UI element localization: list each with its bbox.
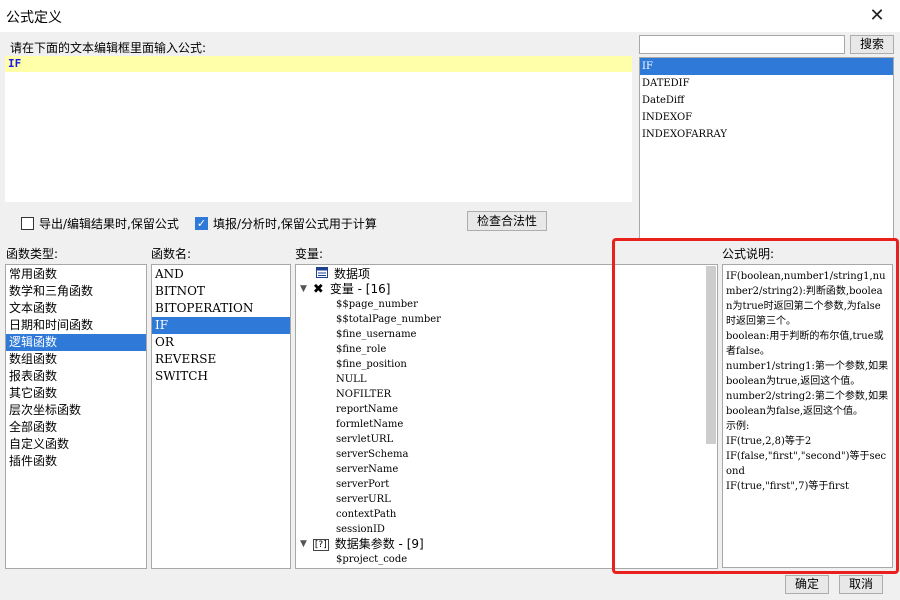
function-type-item[interactable]: 全部函数 [6, 419, 146, 436]
search-button[interactable]: 搜索 [850, 35, 894, 54]
table-icon [316, 267, 328, 282]
function-type-item[interactable]: 日期和时间函数 [6, 317, 146, 334]
option-keep-formula-calc-label: 填报/分析时,保留公式用于计算 [213, 217, 377, 231]
search-result-item[interactable]: INDEXOFARRAY [640, 126, 893, 143]
tree-data-item-label: 数据项 [334, 267, 371, 281]
function-type-item[interactable]: 数学和三角函数 [6, 283, 146, 300]
search-result-item[interactable]: IF [640, 58, 893, 75]
function-name-item[interactable]: BITOPERATION [152, 300, 290, 317]
function-name-item[interactable]: REVERSE [152, 351, 290, 368]
function-type-item[interactable]: 数组函数 [6, 351, 146, 368]
option-keep-formula-export-label: 导出/编辑结果时,保留公式 [39, 217, 179, 231]
function-type-item[interactable]: 自定义函数 [6, 436, 146, 453]
chevron-down-icon: ▼ [300, 539, 307, 549]
search-results-list[interactable]: IF DATEDIF DateDiff INDEXOF INDEXOFARRAY [639, 57, 894, 239]
function-name-item[interactable]: OR [152, 334, 290, 351]
function-type-item[interactable]: 其它函数 [6, 385, 146, 402]
function-type-item[interactable]: 插件函数 [6, 453, 146, 470]
tree-dataset-group-label: 数据集参数 - [9] [334, 537, 424, 551]
function-names-list[interactable]: AND BITNOT BITOPERATION IF OR REVERSE SWITCH [151, 264, 291, 569]
option-keep-formula-calc[interactable]: ✓ 填报/分析时,保留公式用于计算 [195, 215, 377, 232]
variables-header: 变量: [295, 247, 324, 261]
editor-hint: 请在下面的文本编辑框里面输入公式: [10, 41, 207, 55]
parameter-icon: [?] [312, 538, 329, 551]
search-result-item[interactable]: INDEXOF [640, 109, 893, 126]
function-name-item[interactable]: AND [152, 266, 290, 283]
function-names-header: 函数名: [151, 247, 192, 261]
function-name-item[interactable]: IF [152, 317, 290, 334]
cancel-button[interactable]: 取消 [839, 575, 883, 594]
function-type-item[interactable]: 层次坐标函数 [6, 402, 146, 419]
search-result-item[interactable]: DATEDIF [640, 75, 893, 92]
function-type-item[interactable]: 文本函数 [6, 300, 146, 317]
checkbox-keep-formula-export[interactable] [21, 217, 34, 230]
formula-editor-line[interactable]: IF [5, 56, 632, 72]
title-bar [0, 0, 900, 32]
highlight-box [612, 238, 899, 574]
variable-icon: ✖ [312, 282, 324, 297]
search-input[interactable] [639, 35, 845, 54]
window-title: 公式定义 [6, 10, 62, 26]
function-type-item[interactable]: 逻辑函数 [6, 334, 146, 351]
function-types-header: 函数类型: [6, 247, 59, 261]
function-name-item[interactable]: SWITCH [152, 368, 290, 385]
close-icon[interactable]: ✕ [866, 5, 888, 27]
checkbox-keep-formula-calc[interactable]: ✓ [195, 217, 208, 230]
ok-button[interactable]: 确定 [785, 575, 829, 594]
chevron-down-icon: ▼ [300, 284, 307, 294]
validate-button[interactable]: 检查合法性 [467, 211, 547, 231]
function-type-item[interactable]: 报表函数 [6, 368, 146, 385]
function-types-list[interactable]: 常用函数 数学和三角函数 文本函数 日期和时间函数 逻辑函数 数组函数 报表函数 其它函数 层次… [5, 264, 147, 569]
function-type-item[interactable]: 常用函数 [6, 266, 146, 283]
function-name-item[interactable]: BITNOT [152, 283, 290, 300]
option-keep-formula-export[interactable]: 导出/编辑结果时,保留公式 [21, 215, 179, 232]
tree-variable-group-label: 变量 - [16] [329, 282, 391, 296]
formula-editor[interactable]: IF [5, 56, 632, 202]
search-result-item[interactable]: DateDiff [640, 92, 893, 109]
